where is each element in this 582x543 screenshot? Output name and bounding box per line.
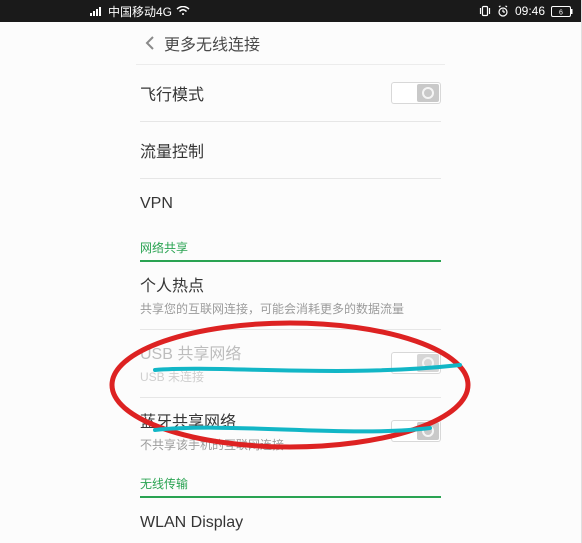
row-airplane-mode[interactable]: 飞行模式: [140, 65, 441, 122]
wifi-icon: [176, 6, 190, 16]
section-header-wireless-tx: 无线传输: [140, 465, 441, 498]
battery-icon: 6: [551, 6, 573, 17]
vpn-label: VPN: [140, 195, 173, 213]
bt-tether-label: 蓝牙共享网络: [140, 408, 284, 432]
carrier-label: 中国移动4G: [108, 3, 172, 20]
header: 更多无线连接: [136, 22, 445, 65]
vibrate-icon: [479, 5, 491, 17]
alarm-icon: [497, 5, 509, 17]
section-header-share: 网络共享: [140, 229, 441, 262]
usb-tether-label: USB 共享网络: [140, 340, 241, 364]
battery-level-text: 6: [559, 9, 563, 16]
page-title: 更多无线连接: [164, 31, 260, 55]
airplane-label: 飞行模式: [140, 81, 204, 105]
bt-tether-toggle[interactable]: [391, 420, 441, 442]
wlan-display-label: WLAN Display: [140, 514, 243, 532]
hotspot-sub: 共享您的互联网连接，可能会消耗更多的数据流量: [140, 300, 404, 317]
back-icon[interactable]: [140, 36, 160, 50]
row-wlan-display[interactable]: WLAN Display: [140, 498, 441, 543]
hotspot-label: 个人热点: [140, 272, 404, 296]
row-vpn[interactable]: VPN: [140, 179, 441, 229]
row-usb-tether: USB 共享网络 USB 未连接: [140, 330, 441, 398]
bt-tether-sub: 不共享该手机的互联网连接: [140, 436, 284, 453]
signal-icon: [90, 6, 104, 16]
usb-tether-toggle: [391, 352, 441, 374]
clock-label: 09:46: [515, 4, 545, 18]
row-data-control[interactable]: 流量控制: [140, 122, 441, 179]
row-hotspot[interactable]: 个人热点 共享您的互联网连接，可能会消耗更多的数据流量: [140, 262, 441, 330]
data-control-label: 流量控制: [140, 138, 204, 162]
row-bt-tether[interactable]: 蓝牙共享网络 不共享该手机的互联网连接: [140, 398, 441, 465]
status-bar: 中国移动4G 09:46 6: [0, 0, 581, 22]
airplane-toggle[interactable]: [391, 82, 441, 104]
usb-tether-sub: USB 未连接: [140, 368, 241, 385]
